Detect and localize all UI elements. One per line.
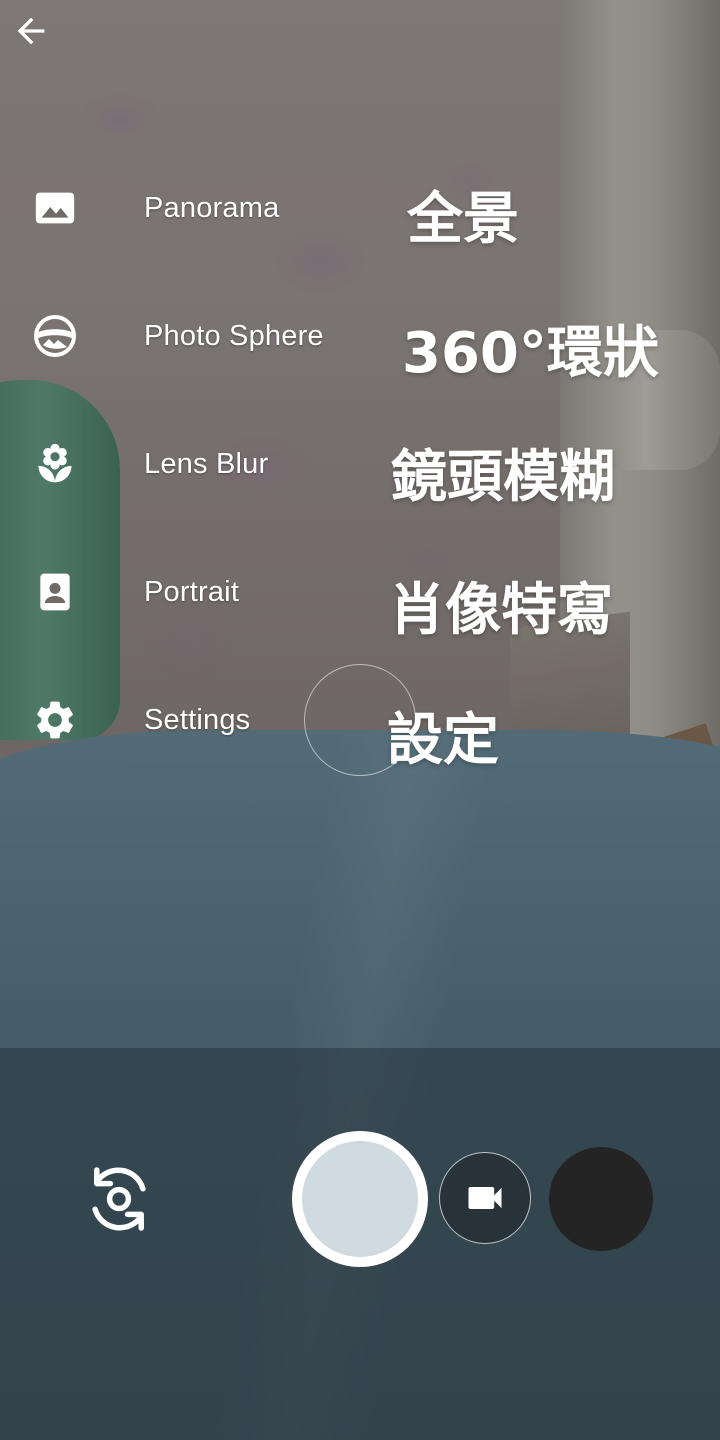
mode-label-settings: Settings [144,703,251,736]
mode-item-portrait[interactable]: Portrait [0,528,360,656]
lens-blur-icon [31,440,79,488]
portrait-icon [31,568,79,616]
annotation-photo-sphere: 360°環狀 [402,321,659,386]
back-button[interactable] [4,4,58,58]
mode-item-photo-sphere[interactable]: Photo Sphere [0,272,360,400]
arrow-back-icon [17,17,45,45]
annotation-lens-blur: 鏡頭模糊 [391,445,615,510]
mode-item-lens-blur[interactable]: Lens Blur [0,400,360,528]
photo-sphere-icon [31,312,79,360]
gear-icon [31,696,79,744]
annotation-portrait: 肖像特寫 [389,578,613,643]
mode-label-photo-sphere: Photo Sphere [144,319,324,352]
panorama-icon [31,184,79,232]
gallery-thumbnail[interactable] [549,1147,653,1251]
mode-item-panorama[interactable]: Panorama [0,144,360,272]
mode-label-portrait: Portrait [144,575,240,608]
mode-label-lens-blur: Lens Blur [144,447,269,480]
shutter-button[interactable] [292,1131,428,1267]
switch-camera-button[interactable] [76,1156,162,1242]
shutter-inner [302,1141,418,1257]
focus-indicator [304,664,416,776]
switch-camera-icon [92,1167,146,1231]
video-mode-button[interactable] [439,1152,531,1244]
annotation-panorama: 全景 [407,187,519,252]
video-camera-icon [468,1187,502,1209]
mode-label-panorama: Panorama [144,191,280,224]
